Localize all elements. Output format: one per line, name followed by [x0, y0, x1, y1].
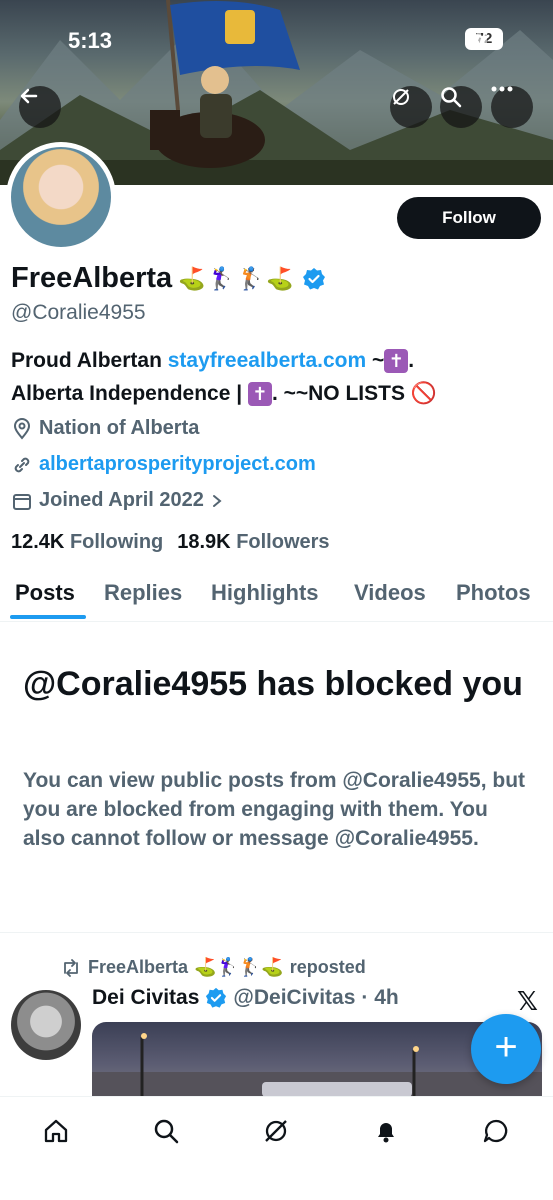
location-pin-icon [13, 417, 31, 440]
followers-label: Followers [236, 531, 330, 553]
active-tab-indicator [10, 615, 86, 619]
bio-link[interactable]: stayfreealberta.com [168, 349, 366, 372]
bio-text: ~ [366, 349, 385, 372]
location-row: Nation of Alberta [11, 417, 199, 440]
grok-icon [265, 1120, 287, 1142]
search-icon [441, 87, 462, 108]
repost-name: FreeAlberta [88, 957, 189, 977]
nav-messages[interactable] [476, 1111, 516, 1151]
profile-handle: @Coralie4955 [11, 301, 146, 324]
cross-emoji: ✝ [247, 382, 272, 407]
website-link[interactable]: albertaprosperityproject.com [39, 453, 316, 476]
tab-highlights[interactable]: Highlights [211, 580, 319, 606]
status-time: 5:13 [68, 28, 113, 53]
bio-text: . ~~NO LISTS [271, 382, 411, 405]
blocked-description: You can view public posts from @Coralie4… [23, 769, 526, 850]
verified-icon [206, 987, 227, 1008]
bio-text: Proud Albertan [11, 349, 168, 372]
follow-button[interactable]: Follow [397, 197, 541, 239]
repost-icon [64, 958, 78, 977]
cross-emoji: ✝ [384, 349, 409, 374]
bottom-navigation [0, 1096, 553, 1200]
verified-icon[interactable] [302, 267, 326, 291]
post-header: Dei Civitas @DeiCivitas · 4h [92, 986, 399, 1010]
post-author-name[interactable]: Dei Civitas [92, 986, 199, 1010]
bio-text: . [408, 349, 415, 372]
bio-text: Alberta Independence | [11, 382, 248, 405]
post-time: · 4h [361, 986, 399, 1009]
following-count: 12.4K [11, 531, 65, 553]
follow-counts: 12.4K Following 18.9K Followers [11, 531, 330, 554]
following-count-link[interactable]: 12.4K Following [11, 531, 163, 554]
search-icon [154, 1119, 179, 1144]
profile-bio: Proud Albertan stayfreealberta.com ~ ✝. A… [11, 344, 541, 410]
chevron-right-icon [212, 494, 222, 507]
joined-row[interactable]: Joined April 2022 [11, 489, 224, 512]
post-author-avatar[interactable] [11, 990, 81, 1060]
post-author-handle: @DeiCivitas [233, 986, 356, 1009]
display-name-emojis: ⛳🏌️‍♀️🏌️⛳ [178, 265, 296, 291]
x-logo-icon: 𝕏 [517, 986, 538, 1016]
back-arrow-icon [20, 88, 38, 104]
followers-count: 18.9K [177, 531, 231, 553]
compose-post-button[interactable]: + [471, 1014, 541, 1084]
status-icons: 72 [465, 28, 503, 50]
tab-posts[interactable]: Posts [15, 580, 75, 606]
calendar-icon [13, 493, 31, 510]
more-options-button[interactable] [491, 86, 533, 128]
tab-photos[interactable]: Photos [456, 580, 531, 606]
blocked-title: @Coralie4955 has blocked you [23, 665, 523, 703]
nav-grok[interactable] [256, 1111, 296, 1151]
search-button[interactable] [440, 86, 482, 128]
display-name: FreeAlberta [11, 262, 173, 294]
joined-text: Joined April 2022 [39, 489, 204, 511]
nav-home[interactable] [36, 1111, 76, 1151]
repost-emojis: ⛳🏌️‍♀️🏌️⛳ [194, 957, 284, 977]
section-divider [0, 932, 553, 933]
grok-icon [393, 89, 409, 105]
repost-suffix: reposted [289, 957, 366, 977]
messages-icon [483, 1119, 508, 1143]
link-icon [14, 457, 30, 472]
following-label: Following [69, 531, 164, 553]
repost-context[interactable]: FreeAlberta ⛳🏌️‍♀️🏌️⛳ reposted [60, 957, 366, 978]
website-row: albertaprosperityproject.com [11, 453, 316, 476]
wifi-icon [466, 28, 488, 46]
followers-count-link[interactable]: 18.9K Followers [177, 531, 329, 554]
more-icon [491, 86, 513, 92]
notifications-bell-icon [378, 1123, 394, 1143]
grok-button[interactable] [390, 86, 432, 128]
tab-replies[interactable]: Replies [104, 580, 182, 606]
display-name-row: FreeAlberta ⛳🏌️‍♀️🏌️⛳ [11, 262, 326, 295]
status-bar: 5:13 72 [0, 0, 553, 80]
no-entry-emoji: 🚫 [410, 382, 437, 405]
nav-notifications[interactable] [366, 1111, 406, 1151]
nav-search[interactable] [146, 1111, 186, 1151]
tab-videos[interactable]: Videos [354, 580, 426, 606]
profile-avatar[interactable] [6, 142, 116, 252]
back-button[interactable] [19, 86, 61, 128]
location-text: Nation of Alberta [39, 417, 200, 439]
home-icon [44, 1119, 68, 1143]
